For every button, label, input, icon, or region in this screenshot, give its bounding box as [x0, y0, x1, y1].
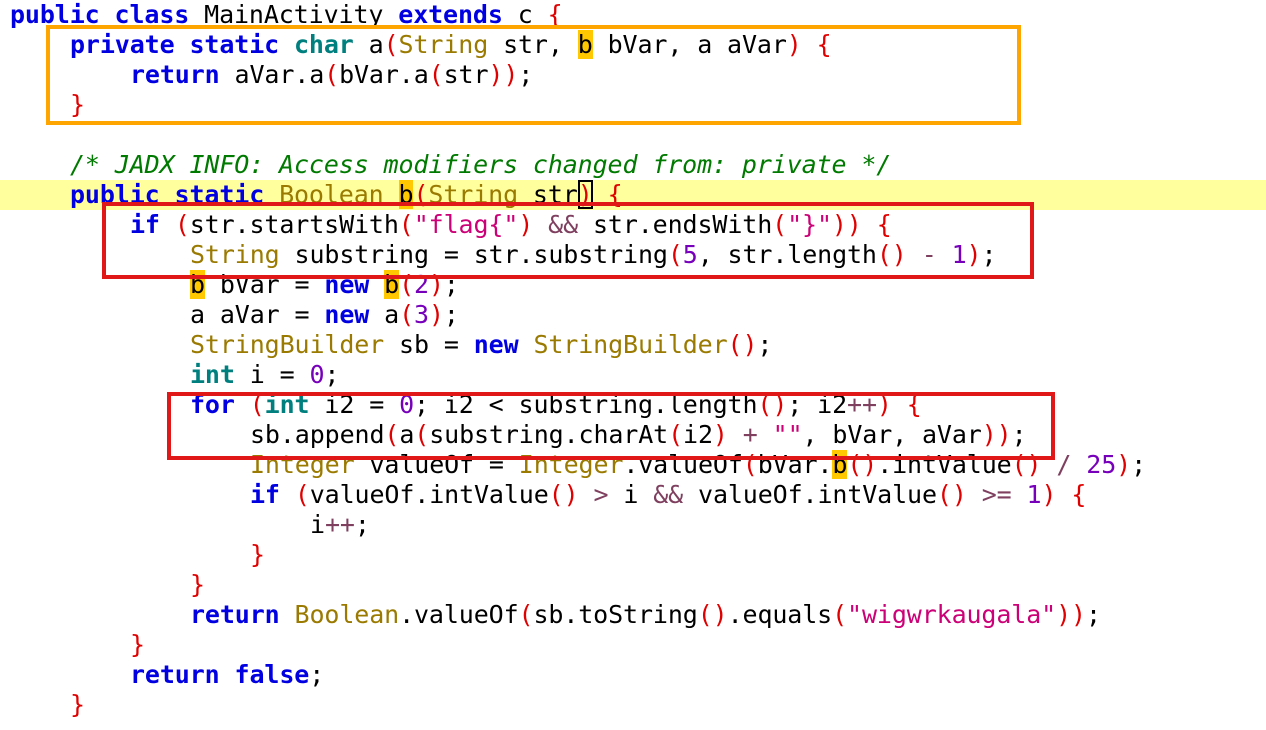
token-operator: ++ [324, 510, 355, 539]
code-line-avar[interactable]: a aVar = new a(3); [190, 300, 459, 330]
token-identifier[interactable]: a aVar = [190, 300, 324, 329]
token-brace: } [250, 540, 265, 569]
token-semicolon: ; [354, 510, 370, 539]
token-number: 3 [414, 300, 429, 329]
token-keyword: return [190, 600, 280, 629]
token-paren: ) [1041, 480, 1057, 509]
code-line-int-i[interactable]: int i = 0; [190, 360, 339, 390]
token-keyword: if [250, 480, 280, 509]
token-paren: () [936, 480, 967, 509]
token-semicolon: ; [757, 330, 773, 359]
code-editor[interactable]: public class MainActivity extends c { pr… [0, 0, 1266, 730]
code-line-stringbuilder[interactable]: StringBuilder sb = new StringBuilder(); [190, 330, 772, 360]
token-identifier[interactable]: .equals [728, 600, 833, 629]
token-class[interactable]: Boolean [295, 600, 400, 629]
token-class[interactable]: StringBuilder [190, 330, 384, 359]
token-identifier[interactable]: sb.toString [533, 600, 697, 629]
token-brace: } [130, 630, 145, 659]
token-brace: { [1071, 480, 1087, 509]
token-semicolon: ; [309, 660, 325, 689]
token-paren: () [548, 480, 579, 509]
token-identifier[interactable]: i = [235, 360, 310, 389]
token-semicolon: ; [1085, 600, 1101, 629]
token-number: 25 [1086, 450, 1117, 479]
token-identifier[interactable]: valueOf.intValue [310, 480, 549, 509]
code-line-return-equals[interactable]: return Boolean.valueOf(sb.toString().equ… [190, 600, 1101, 630]
code-line-close-if-flag[interactable]: } [130, 630, 145, 660]
token-string: "wigwrkaugala" [847, 600, 1057, 629]
token-paren: ) [428, 300, 444, 329]
token-paren: ( [294, 480, 310, 509]
token-class[interactable]: StringBuilder [533, 330, 727, 359]
token-brace: } [190, 570, 205, 599]
token-brace: } [70, 690, 85, 719]
token-keyword: new [473, 330, 519, 359]
token-identifier[interactable]: i [608, 480, 653, 509]
token-paren: () [727, 330, 758, 359]
token-paren: ( [518, 600, 534, 629]
token-operator: && [653, 480, 684, 509]
token-operator: > [593, 480, 609, 509]
annotation-box-for-loop [167, 392, 1055, 460]
token-paren: )) [1056, 600, 1086, 629]
token-paren: ( [832, 600, 848, 629]
token-paren: ) [1116, 450, 1132, 479]
annotation-box-method-a [46, 25, 1021, 125]
token-number: 1 [1026, 480, 1042, 509]
annotation-box-flag-check [102, 202, 1034, 279]
code-line-increment[interactable]: i++; [310, 510, 370, 540]
token-operator: >= [981, 480, 1012, 509]
token-identifier[interactable]: .valueOf [399, 600, 519, 629]
token-number: 0 [309, 360, 325, 389]
token-keyword: return [130, 660, 220, 689]
token-identifier[interactable]: i [310, 510, 325, 539]
code-line-comment[interactable]: /* JADX INFO: Access modifiers changed f… [70, 150, 891, 180]
token-identifier[interactable]: valueOf.intValue [683, 480, 937, 509]
token-type: int [190, 360, 235, 389]
token-operator: / [1056, 450, 1072, 479]
code-line-return-false[interactable]: return false; [130, 660, 324, 690]
code-line-close-if-valueof[interactable]: } [250, 540, 265, 570]
token-keyword: false [234, 660, 310, 689]
token-semicolon: ; [1131, 450, 1147, 479]
token-paren: () [697, 600, 728, 629]
token-identifier: sb = [384, 330, 474, 359]
code-line-method-b-close[interactable]: } [70, 690, 85, 720]
token-keyword: new [324, 300, 370, 329]
token-semicolon: ; [324, 360, 340, 389]
code-line-close-for[interactable]: } [190, 570, 205, 600]
token-comment: /* JADX INFO: Access modifiers changed f… [70, 150, 892, 179]
token-semicolon: ; [443, 300, 459, 329]
code-line-if-valueof[interactable]: if (valueOf.intValue() > i && valueOf.in… [250, 480, 1086, 510]
token-paren: ( [399, 300, 414, 329]
token-identifier[interactable]: a [369, 300, 399, 329]
